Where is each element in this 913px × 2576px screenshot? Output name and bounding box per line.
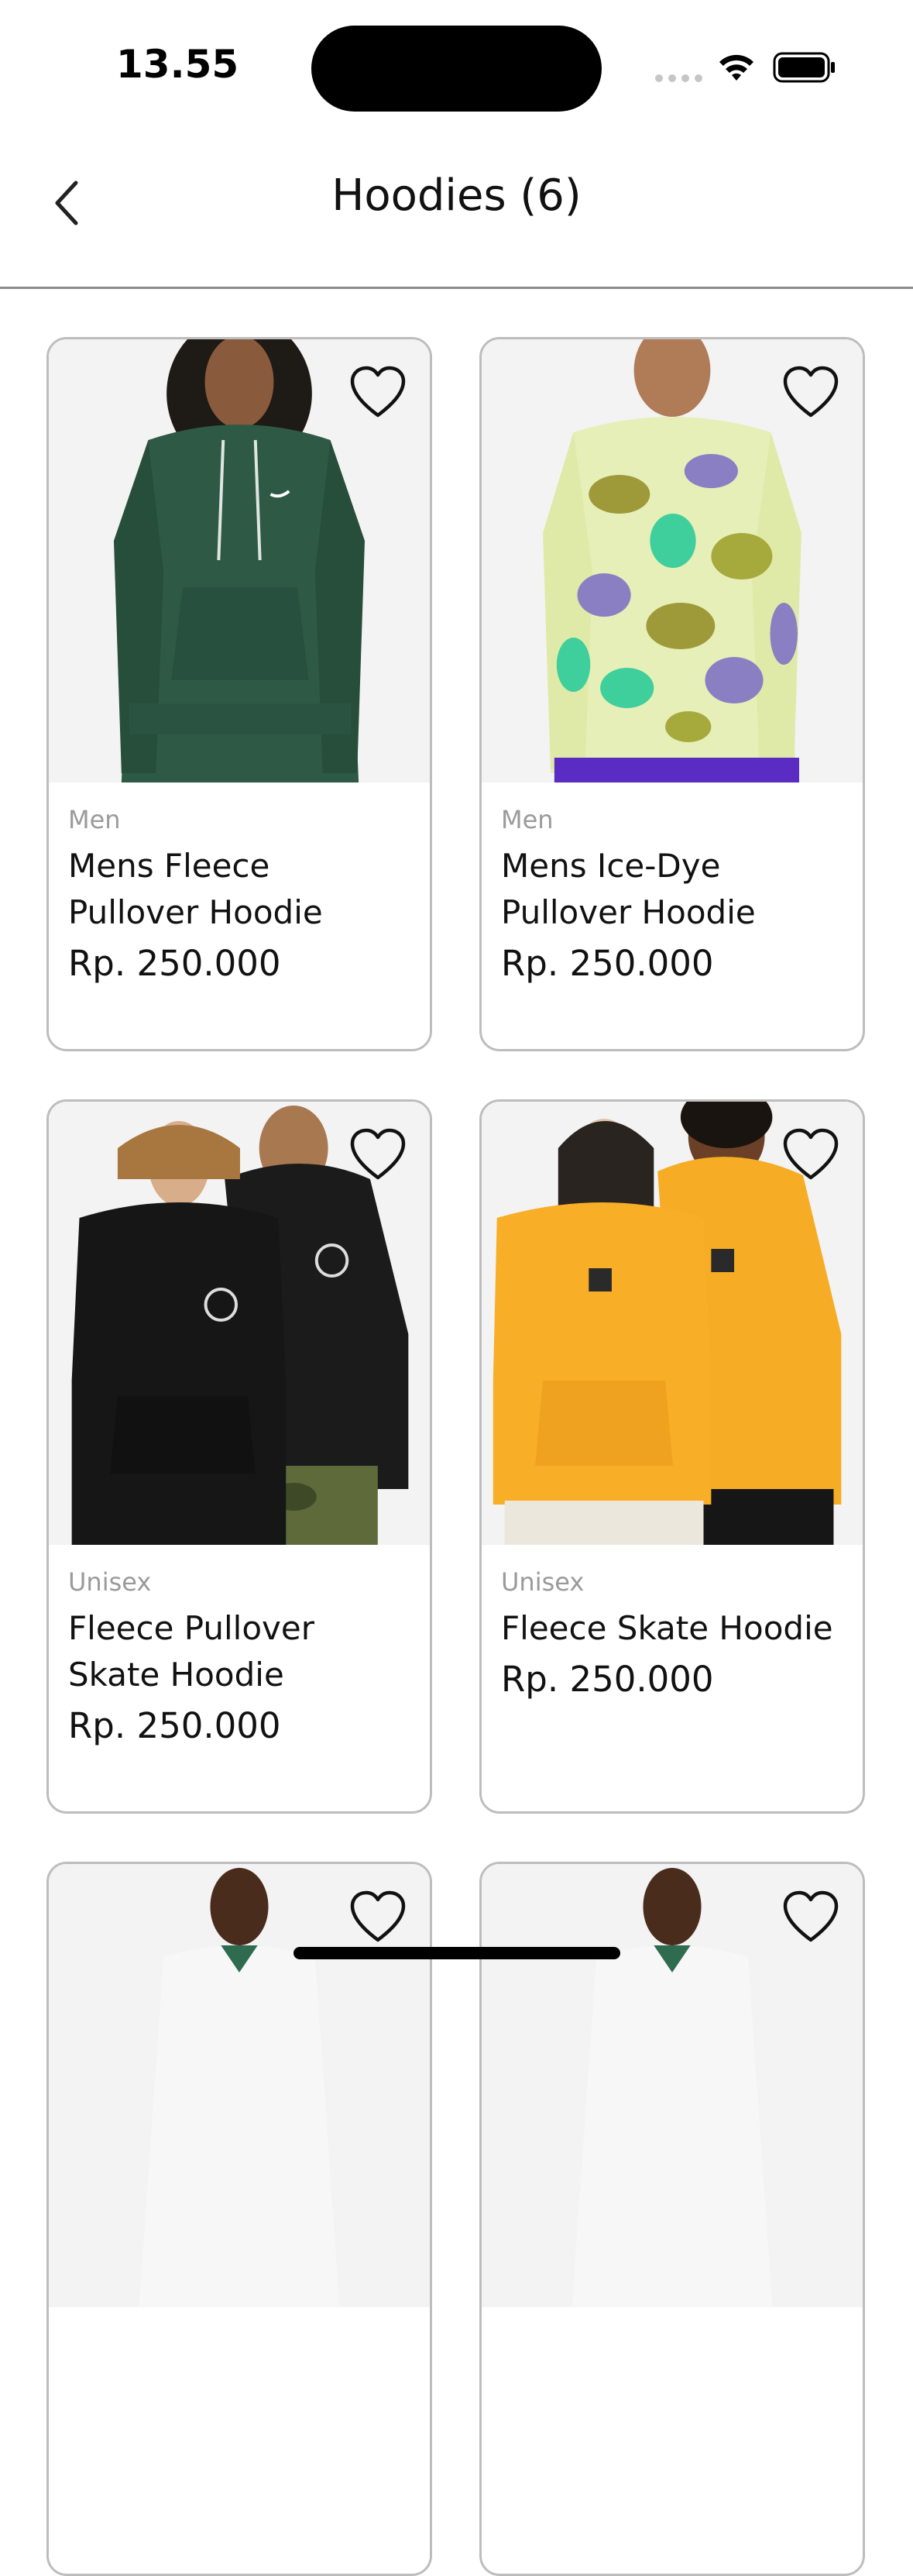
status-time: 13.55	[116, 42, 239, 87]
product-price: Rp. 250.000	[68, 1705, 281, 1746]
product-name-line1: Mens Ice-Dye	[501, 847, 721, 885]
product-card[interactable]	[46, 1862, 432, 2576]
product-image	[482, 1102, 863, 1545]
product-name-line2: Pullover Hoodie	[68, 893, 323, 931]
navigation-bar: Hoodies (6)	[0, 132, 913, 289]
cellular-signal-icon	[655, 74, 702, 82]
product-price: Rp. 250.000	[501, 943, 714, 984]
heart-outline-icon[interactable]	[349, 1890, 407, 1945]
heart-outline-icon[interactable]	[782, 1128, 839, 1182]
product-category: Unisex	[68, 1567, 152, 1597]
product-name-line1: Fleece Skate Hoodie	[501, 1609, 833, 1647]
product-image	[49, 1864, 430, 2307]
product-card[interactable]: Men Mens Fleece Pullover Hoodie Rp. 250.…	[46, 337, 432, 1051]
page-title: Hoodies (6)	[331, 170, 582, 221]
product-category: Men	[68, 805, 121, 834]
product-category: Unisex	[501, 1567, 585, 1597]
product-image	[49, 339, 430, 782]
product-card[interactable]: Unisex Fleece Pullover Skate Hoodie Rp. …	[46, 1099, 432, 1814]
product-name-line2: Pullover Hoodie	[501, 893, 756, 931]
heart-outline-icon[interactable]	[782, 1890, 839, 1945]
product-name-line2: Skate Hoodie	[68, 1656, 284, 1694]
product-image	[482, 339, 863, 782]
heart-outline-icon[interactable]	[349, 1128, 407, 1182]
product-name-line1: Fleece Pullover	[68, 1609, 314, 1647]
product-card[interactable]: Unisex Fleece Skate Hoodie Rp. 250.000	[479, 1099, 865, 1814]
battery-icon	[773, 52, 835, 83]
heart-outline-icon[interactable]	[349, 366, 407, 420]
product-price: Rp. 250.000	[68, 943, 281, 984]
product-name-line1: Mens Fleece	[68, 847, 270, 885]
product-price: Rp. 250.000	[501, 1659, 714, 1700]
product-image	[482, 1864, 863, 2307]
product-card[interactable]	[479, 1862, 865, 2576]
heart-outline-icon[interactable]	[782, 366, 839, 420]
status-bar: 13.55	[0, 0, 913, 132]
product-category: Men	[501, 805, 554, 834]
wifi-icon	[719, 54, 753, 81]
dynamic-island	[311, 26, 602, 112]
product-image	[49, 1102, 430, 1545]
home-indicator[interactable]	[293, 1947, 620, 1959]
product-card[interactable]: Men Mens Ice-Dye Pullover Hoodie Rp. 250…	[479, 337, 865, 1051]
